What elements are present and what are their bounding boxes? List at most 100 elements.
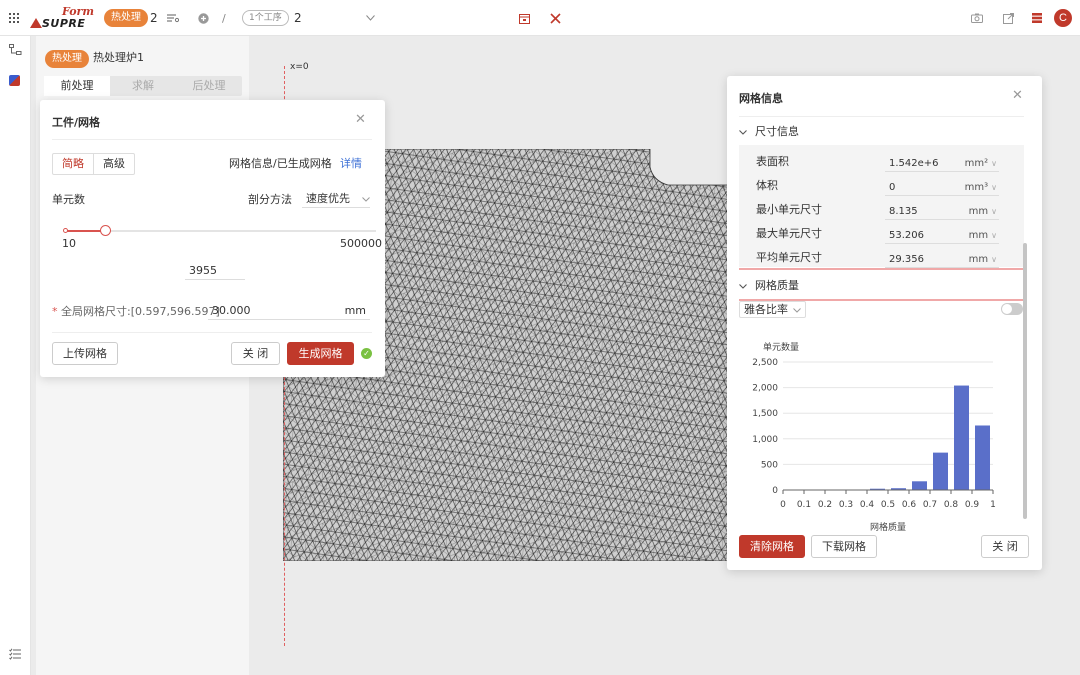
x-tick-label: 1: [990, 500, 996, 510]
download-mesh-button[interactable]: 下载网格: [811, 535, 877, 558]
chevron-down-icon: ∨: [991, 231, 997, 240]
mode-tab[interactable]: 简略: [53, 154, 94, 174]
x-tick-label: 0.3: [839, 500, 853, 510]
slider-start-dot: [63, 228, 68, 233]
chevron-down-icon: ∨: [991, 207, 997, 216]
quality-section-header[interactable]: 网格质量: [739, 279, 799, 293]
size-row-value-field[interactable]: 1.542e+6 mm² ∨: [885, 156, 999, 172]
size-row-unit-select[interactable]: mm² ∨: [965, 156, 999, 171]
size-row-unit: mm: [968, 230, 989, 241]
mode-tab[interactable]: 高级: [94, 154, 134, 174]
mesh-ready-check-icon: ✓: [361, 348, 372, 359]
calendar-icon[interactable]: [519, 13, 530, 24]
global-size-label: * 全局网格尺寸:[0.597,596.597]: [52, 305, 220, 318]
mesh-detail-link[interactable]: 详情: [340, 157, 362, 171]
quality-metric-select[interactable]: 雅各比率: [739, 301, 806, 318]
upload-mesh-button[interactable]: 上传网格: [52, 342, 118, 365]
size-row-value: 1.542e+6: [889, 158, 939, 169]
size-row-unit-select[interactable]: mm³ ∨: [965, 180, 999, 195]
size-row-label: 体积: [756, 179, 778, 192]
histogram-bar: [975, 425, 990, 490]
database-icon[interactable]: [1032, 13, 1042, 23]
size-row-value-field[interactable]: 53.206 mm ∨: [885, 228, 999, 244]
step-count: 2: [294, 11, 302, 25]
size-row-value: 0: [889, 182, 896, 193]
chevron-down-icon: ∨: [991, 159, 997, 168]
info-close-button[interactable]: 关 闭: [981, 535, 1029, 558]
generate-mesh-button[interactable]: 生成网格: [287, 342, 354, 365]
size-row-unit-select[interactable]: mm ∨: [969, 228, 999, 243]
process-type-badge[interactable]: 热处理: [104, 9, 148, 27]
process-count: 2: [150, 11, 158, 25]
user-avatar[interactable]: C: [1054, 9, 1072, 27]
size-row-value-field[interactable]: 29.356 mm ∨: [885, 252, 999, 268]
size-row-value: 8.135: [889, 206, 918, 217]
size-row-unit-select[interactable]: mm ∨: [969, 204, 999, 219]
slider-handle[interactable]: [100, 225, 112, 236]
size-row-label: 最小单元尺寸: [756, 203, 822, 216]
close-icon[interactable]: ✕: [1012, 89, 1023, 102]
size-row-unit: mm: [968, 206, 989, 217]
chevron-down-icon[interactable]: [366, 15, 375, 21]
logo-triangle-icon: [30, 18, 42, 28]
mode-tabs: 简略 高级: [52, 153, 135, 175]
export-icon[interactable]: [1003, 12, 1014, 24]
element-count-input[interactable]: 3955: [185, 263, 245, 280]
y-tick-label: 500: [761, 460, 778, 470]
left-toolbar: [0, 36, 31, 675]
info-scrollbar[interactable]: [1023, 243, 1027, 519]
stage-tabs: 前处理 求解 后处理: [44, 76, 242, 96]
histogram-bar: [954, 385, 969, 490]
add-icon[interactable]: [198, 12, 209, 24]
panel-title: 热处理炉1: [93, 51, 144, 64]
step-badge[interactable]: 1个工序: [242, 10, 289, 26]
apps-menu-button[interactable]: [9, 0, 19, 36]
close-button[interactable]: 关 闭: [231, 342, 280, 365]
histogram-bar: [912, 481, 927, 490]
x-tick-label: 0.8: [944, 500, 959, 510]
stage-tab[interactable]: 后处理: [176, 76, 242, 96]
y-tick-label: 2,000: [752, 384, 778, 394]
size-row-value-field[interactable]: 0 mm³ ∨: [885, 180, 999, 196]
task-list-icon[interactable]: [9, 648, 22, 660]
y-tick-label: 2,500: [752, 358, 778, 368]
tools-icon[interactable]: [550, 12, 561, 24]
size-row-value-field[interactable]: 8.135 mm ∨: [885, 204, 999, 220]
close-icon[interactable]: ✕: [355, 113, 366, 126]
size-row-label: 平均单元尺寸: [756, 251, 822, 264]
global-size-value: 30.000: [212, 304, 251, 317]
filter-list-icon[interactable]: [167, 13, 179, 23]
size-row-unit-select[interactable]: mm ∨: [969, 252, 999, 267]
clear-mesh-button[interactable]: 清除网格: [739, 535, 805, 558]
mesh-status-text: 网格信息/已生成网格: [229, 157, 332, 170]
quality-metric-value: 雅各比率: [744, 303, 788, 316]
quality-toggle[interactable]: [1001, 303, 1023, 315]
size-row-unit: mm: [968, 254, 989, 265]
workpiece-mesh-dialog: 工件/网格 ✕ 简略 高级 网格信息/已生成网格 详情 单元数 剖分方法 速度优先…: [40, 100, 385, 377]
x-axis-title: 网格质量: [870, 521, 906, 533]
stage-tab[interactable]: 求解: [110, 76, 176, 96]
size-row-unit: mm²: [964, 158, 989, 169]
size-section-header[interactable]: 尺寸信息: [739, 125, 799, 139]
axis-label: x=0: [290, 62, 309, 72]
size-row-unit: mm³: [964, 182, 989, 193]
method-select[interactable]: 速度优先: [302, 191, 370, 208]
apps-grid-icon: [9, 13, 19, 23]
chevron-down-icon: [739, 130, 747, 135]
stage-tab[interactable]: 前处理: [44, 76, 110, 96]
slider-min: 10: [62, 237, 76, 250]
mesh-quality-histogram: 单元数量 0 500 1,000 1,500 2,000 2,500 0 0.1 0.2 0.3 0.…: [752, 341, 996, 533]
info-dialog-title: 网格信息: [739, 92, 783, 105]
breadcrumb-divider: /: [222, 11, 226, 25]
x-tick-label: 0.9: [965, 500, 980, 510]
camera-icon[interactable]: [971, 13, 983, 23]
model-cube-icon[interactable]: [9, 75, 22, 87]
global-size-input[interactable]: 30.000 mm: [208, 303, 370, 320]
element-count-slider[interactable]: [63, 225, 376, 236]
x-tick-label: 0.6: [902, 500, 917, 510]
global-size-unit: mm: [344, 304, 366, 317]
size-row-value: 29.356: [889, 254, 924, 265]
tree-structure-icon[interactable]: [9, 44, 22, 56]
top-bar: Form SUPRE 热处理 2 / 1个工序 2 C: [0, 0, 1080, 36]
y-tick-label: 1,000: [752, 435, 778, 445]
